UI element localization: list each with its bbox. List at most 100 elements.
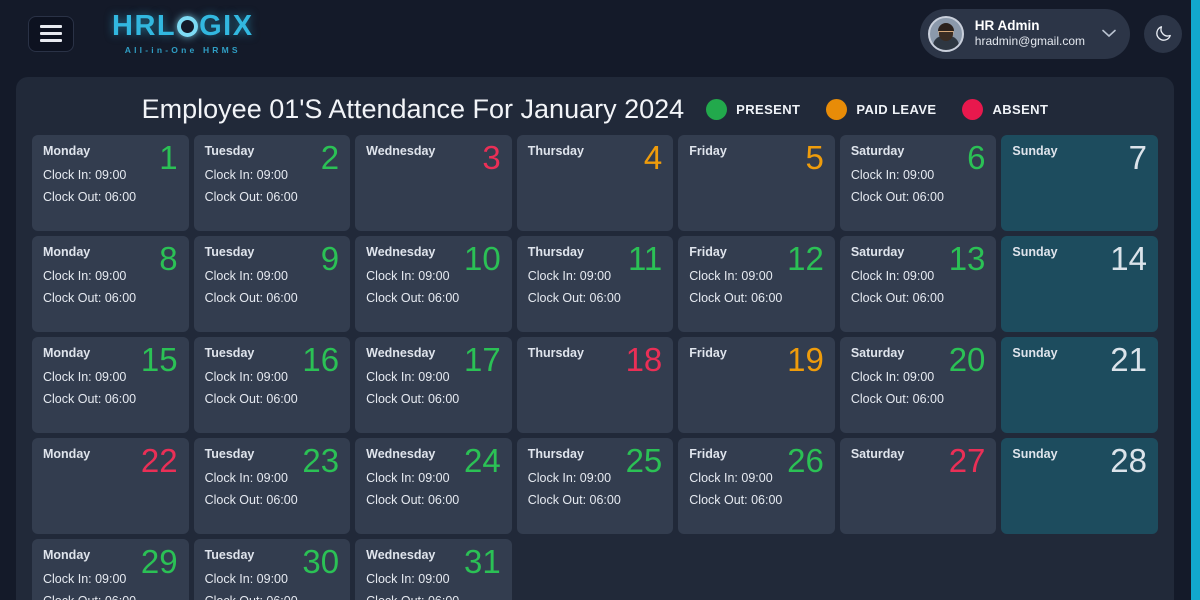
profile-name: HR Admin [974, 17, 1040, 33]
clock-in-value: Clock In: 09:00 [204, 471, 288, 485]
clock-in-value: Clock In: 09:00 [689, 269, 773, 283]
calendar-day-cell[interactable]: 4 Thursday [516, 135, 674, 231]
hamburger-menu-icon[interactable] [28, 15, 74, 52]
day-name: Monday [43, 447, 91, 461]
moon-icon [1155, 26, 1171, 41]
clock-times: Clock In: 09:00 Clock Out: 06:00 [205, 569, 340, 600]
clock-out-value: Clock Out: 06:00 [366, 391, 460, 406]
clock-times: Clock In: 09:00 Clock Out: 06:00 [205, 468, 340, 512]
panel-header: Employee 01'S Attendance For January 202… [28, 77, 1162, 135]
clock-times: Clock In: 09:00 Clock Out: 06:00 [689, 468, 824, 512]
clock-times: Clock In: 09:00 Clock Out: 06:00 [205, 165, 340, 209]
calendar-day-cell[interactable]: 28 Sunday [1001, 438, 1158, 534]
page-scrollbar[interactable] [1191, 0, 1200, 600]
clock-times: Clock In: 09:00 Clock Out: 06:00 [528, 266, 663, 310]
calendar-day-cell[interactable]: 5 Friday [678, 135, 835, 231]
clock-times: Clock In: 09:00 Clock Out: 06:00 [43, 266, 178, 310]
calendar-day-cell[interactable]: 29MondayClock In: 09:00Clock Out: 06:00 [32, 539, 189, 600]
calendar-day-cell[interactable]: 27 Saturday [839, 438, 997, 534]
logo-tagline: All-in-One HRMS [124, 45, 241, 56]
day-name: Friday [689, 245, 727, 259]
attendance-panel: Employee 01'S Attendance For January 202… [16, 77, 1174, 600]
day-name: Friday [689, 447, 727, 461]
day-name: Tuesday [204, 245, 255, 259]
clock-out-value: Clock Out: 06:00 [43, 189, 137, 204]
legend-dot-icon [826, 98, 848, 120]
chevron-down-icon[interactable] [1096, 26, 1116, 41]
avatar [927, 15, 964, 52]
calendar-day-cell[interactable]: 24 Wednesday Clock In: 09:00 Clock Out: 06:… [355, 438, 512, 534]
day-name: Sunday [1012, 346, 1058, 360]
calendar-day-cell[interactable]: 16 Tuesday Clock In: 09:00 Clock Out: 06:00 [193, 337, 351, 433]
day-name: Sunday [1012, 447, 1058, 461]
clock-in-value: Clock In: 09:00 [527, 269, 612, 283]
logo-ring-icon [177, 16, 199, 38]
clock-times: Clock In: 09:00 Clock Out: 06:00 [43, 165, 178, 209]
clock-times: Clock In: 09:00 Clock Out: 06:00 [205, 367, 340, 411]
calendar-day-cell[interactable]: 13 Saturday Clock In: 09:00 Clock Out: 06:0… [839, 236, 997, 332]
calendar-day-cell[interactable]: 25 Thursday Clock In: 09:00 Clock Out: 06:0… [516, 438, 674, 534]
day-name: Thursday [527, 245, 584, 259]
page-title: Employee 01'S Attendance For January 202… [141, 93, 685, 124]
logo-text: HRL GIX [112, 12, 254, 41]
calendar-day-cell[interactable]: 19 Friday [678, 337, 835, 433]
calendar-day-cell[interactable]: 31WednesdayClock In: 09:00Clock Out: 06:… [355, 539, 512, 600]
calendar-day-cell[interactable]: 7 Sunday [1001, 135, 1158, 231]
hamburger-bar [40, 32, 62, 35]
day-name: Monday [43, 346, 91, 360]
clock-out-value: Clock Out: 06:00 [204, 189, 298, 204]
user-profile-menu[interactable]: HR Admin hradmin@gmail.com [919, 8, 1130, 59]
calendar-day-cell[interactable]: 8 Monday Clock In: 09:00 Clock Out: 06:00 [32, 236, 189, 332]
day-name: Thursday [527, 144, 584, 158]
clock-times: Clock In: 09:00 Clock Out: 06:00 [528, 468, 663, 512]
calendar-day-cell[interactable]: 20 Saturday Clock In: 09:00 Clock Out: 06:0… [839, 337, 997, 433]
calendar-day-cell[interactable]: 9 Tuesday Clock In: 09:00 Clock Out: 06:00 [193, 236, 351, 332]
calendar-day-cell[interactable]: 23 Tuesday Clock In: 09:00 Clock Out: 06:00 [193, 438, 351, 534]
calendar-day-cell[interactable]: 11 Thursday Clock In: 09:00 Clock Out: 06:0… [516, 236, 674, 332]
clock-out-value: Clock Out: 06:00 [689, 290, 783, 305]
legend-item: PRESENT [706, 98, 800, 120]
calendar-day-cell[interactable]: 3 Wednesday [355, 135, 512, 231]
calendar-day-cell[interactable]: 15 Monday Clock In: 09:00 Clock Out: 06:00 [32, 337, 189, 433]
clock-in-value: Clock In: 09:00 [366, 471, 450, 485]
hamburger-bar [40, 39, 62, 42]
clock-times: Clock In: 09:00 Clock Out: 06:00 [366, 468, 501, 512]
calendar-day-cell[interactable]: 6 Saturday Clock In: 09:00 Clock Out: 06:00 [839, 135, 997, 231]
app-logo[interactable]: HRL GIX All-in-One HRMS [112, 12, 254, 55]
calendar-day-cell[interactable]: 22 Monday [32, 438, 189, 534]
clock-out-value: Clock Out: 06:00 [689, 492, 783, 507]
day-name: Saturday [850, 245, 905, 259]
clock-in-value: Clock In: 09:00 [43, 168, 127, 182]
clock-out-value: Clock Out: 06:00 [43, 391, 137, 406]
calendar-day-cell[interactable]: 12 Friday Clock In: 09:00 Clock Out: 06:00 [678, 236, 835, 332]
clock-out-value: Clock Out: 06:00 [43, 290, 137, 305]
hamburger-bar [40, 25, 62, 28]
calendar-day-cell[interactable]: 2 Tuesday Clock In: 09:00 Clock Out: 06:00 [193, 135, 351, 231]
calendar-day-cell[interactable]: 21 Sunday [1001, 337, 1158, 433]
calendar-day-cell[interactable]: 17 Wednesday Clock In: 09:00 Clock Out: 06:… [355, 337, 512, 433]
clock-out-value: Clock Out: 06:00 [527, 290, 621, 305]
calendar-day-cell[interactable]: 1 Monday Clock In: 09:00 Clock Out: 06:00 [32, 135, 189, 231]
day-name: Monday [43, 144, 91, 158]
day-name: Friday [689, 346, 727, 360]
clock-times: Clock In: 09:00 Clock Out: 06:00 [851, 367, 986, 411]
profile-email: hradmin@gmail.com [974, 34, 1085, 49]
calendar-day-cell[interactable]: 10 Wednesday Clock In: 09:00 Clock Out: 06:… [355, 236, 512, 332]
clock-in-value: Clock In: 09:00 [689, 471, 773, 485]
calendar-day-cell[interactable]: 18 Thursday [516, 337, 674, 433]
clock-in-value: Clock In: 09:00 [850, 370, 935, 384]
day-name: Monday [43, 548, 91, 562]
legend-label: PAID LEAVE [856, 101, 937, 117]
day-name: Saturday [850, 346, 905, 360]
calendar-day-cell[interactable]: 26 Friday Clock In: 09:00 Clock Out: 06:00 [678, 438, 835, 534]
clock-in-value: Clock In: 09:00 [850, 269, 935, 283]
clock-times: Clock In: 09:00 Clock Out: 06:00 [205, 266, 340, 310]
legend-item: ABSENT [962, 98, 1049, 120]
day-name: Tuesday [204, 447, 255, 461]
dark-mode-toggle-button[interactable] [1144, 14, 1182, 53]
clock-in-value: Clock In: 09:00 [366, 370, 450, 384]
calendar-day-cell[interactable]: 30TuesdayClock In: 09:00Clock Out: 06:00 [193, 539, 351, 600]
legend-dot-icon [962, 98, 984, 120]
legend-label: ABSENT [992, 101, 1049, 117]
calendar-day-cell[interactable]: 14 Sunday [1001, 236, 1158, 332]
